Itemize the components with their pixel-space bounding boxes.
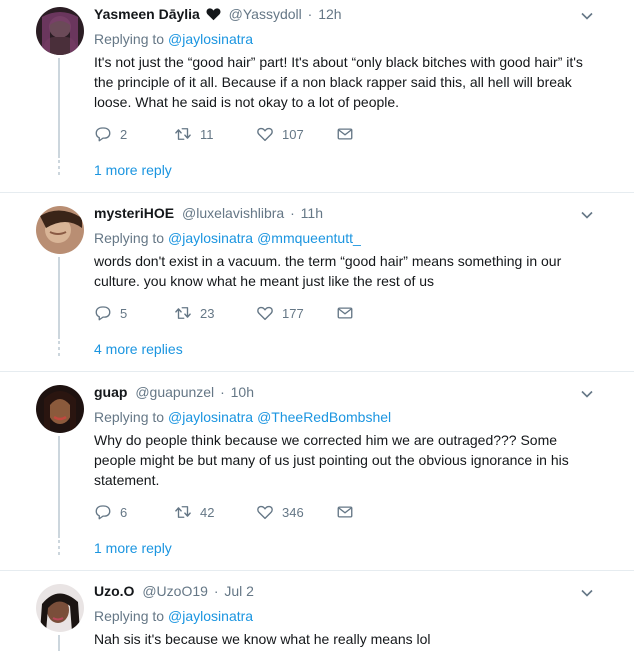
reply-thread-feed: Yasmeen Dāylia @Yassydoll · 12h Replying… [0, 0, 634, 651]
chevron-down-icon[interactable] [580, 9, 594, 23]
retweet-button[interactable]: 11 [174, 125, 214, 143]
thread-line [58, 635, 60, 651]
handle[interactable]: @luxelavishlibra [182, 205, 284, 221]
retweet-icon [175, 307, 191, 319]
like-count: 346 [282, 504, 304, 520]
avatar[interactable] [36, 206, 84, 254]
display-name[interactable]: Yasmeen Dāylia [94, 6, 200, 22]
reply-icon [95, 505, 111, 520]
tweet-header: Uzo.O @UzoO19 · Jul 2 [94, 582, 254, 600]
heart-icon [257, 505, 273, 520]
timestamp[interactable]: 11h [301, 205, 323, 221]
mention-link[interactable]: @jaylosinatra [168, 31, 253, 47]
tweet-text: words don't exist in a vacuum. the term … [94, 253, 562, 289]
handle[interactable]: @UzoO19 [142, 583, 208, 599]
replying-to: Replying to @jaylosinatra [94, 607, 253, 625]
dm-button[interactable] [336, 125, 354, 143]
mention-link[interactable]: @jaylosinatra [168, 608, 253, 624]
reply-button[interactable]: 5 [94, 304, 127, 322]
chevron-down-icon[interactable] [580, 208, 594, 222]
thread-line [58, 257, 60, 339]
separator-dot: · [220, 384, 225, 400]
tweet[interactable]: Yasmeen Dāylia @Yassydoll · 12h Replying… [0, 0, 634, 193]
tweet[interactable]: Uzo.O @UzoO19 · Jul 2 Replying to @jaylos… [0, 571, 634, 651]
display-name[interactable]: guap [94, 384, 127, 400]
tweet-header: mysteriHOE @luxelavishlibra · 11h [94, 204, 323, 222]
timestamp[interactable]: 10h [231, 384, 254, 400]
timestamp[interactable]: 12h [318, 6, 341, 22]
envelope-icon [337, 128, 353, 140]
thread-line [58, 58, 60, 158]
thread-dots [58, 341, 60, 359]
tweet-header: Yasmeen Dāylia @Yassydoll · 12h [94, 5, 342, 23]
show-more-replies-link[interactable]: 1 more reply [94, 539, 172, 557]
tweet-header: guap @guapunzel · 10h [94, 383, 254, 401]
reply-count: 5 [120, 305, 128, 321]
like-count: 107 [282, 126, 304, 142]
display-name[interactable]: mysteriHOE [94, 205, 174, 221]
mention-link[interactable]: @jaylosinatra [168, 409, 253, 425]
separator-dot: · [290, 205, 295, 221]
retweet-count: 42 [200, 504, 215, 520]
avatar[interactable] [36, 385, 84, 433]
retweet-count: 11 [200, 126, 214, 142]
like-button[interactable]: 346 [256, 503, 304, 521]
mention-link[interactable]: @jaylosinatra [168, 230, 253, 246]
handle[interactable]: @Yassydoll [229, 6, 302, 22]
handle[interactable]: @guapunzel [135, 384, 214, 400]
show-more-replies-link[interactable]: 4 more replies [94, 340, 183, 358]
replying-to: Replying to @jaylosinatra @mmqueentutt_ [94, 229, 361, 247]
retweet-button[interactable]: 23 [174, 304, 214, 322]
retweet-icon [175, 506, 191, 518]
separator-dot: · [213, 583, 219, 599]
heart-icon [257, 127, 273, 142]
retweet-button[interactable]: 42 [174, 503, 214, 521]
thread-line [58, 436, 60, 538]
tweet-text: Nah sis it's because we know what he rea… [94, 631, 431, 647]
replying-to-label: Replying to [94, 409, 165, 425]
tweet-text: It's not just the “good hair” part! It's… [94, 54, 583, 110]
timestamp[interactable]: Jul 2 [224, 583, 254, 599]
tweet[interactable]: mysteriHOE @luxelavishlibra · 11h Replyi… [0, 193, 634, 372]
thread-dots [58, 540, 60, 558]
like-button[interactable]: 107 [256, 125, 304, 143]
like-button[interactable]: 177 [256, 304, 304, 322]
retweet-icon [175, 128, 191, 140]
replying-to-label: Replying to [94, 230, 165, 246]
heart-icon [257, 306, 273, 321]
separator-dot: · [307, 6, 313, 22]
envelope-icon [337, 307, 353, 319]
reply-icon [95, 306, 111, 321]
avatar[interactable] [36, 7, 84, 55]
display-name[interactable]: Uzo.O [94, 583, 134, 599]
reply-icon [95, 127, 111, 142]
replying-to-label: Replying to [94, 608, 165, 624]
tweet-text: Why do people think because we corrected… [94, 432, 569, 488]
show-more-replies-link[interactable]: 1 more reply [94, 161, 172, 179]
retweet-count: 23 [200, 305, 215, 321]
reply-count: 2 [120, 126, 128, 142]
mention-link[interactable]: @TheeRedBombshel [257, 409, 391, 425]
chevron-down-icon[interactable] [580, 387, 594, 401]
replying-to: Replying to @jaylosinatra [94, 30, 253, 48]
dm-button[interactable] [336, 304, 354, 322]
replying-to-label: Replying to [94, 31, 165, 47]
reply-button[interactable]: 2 [94, 125, 127, 143]
reply-button[interactable]: 6 [94, 503, 127, 521]
replying-to: Replying to @jaylosinatra @TheeRedBombshel [94, 408, 391, 426]
avatar[interactable] [36, 584, 84, 632]
chevron-down-icon[interactable] [580, 586, 594, 600]
mention-link[interactable]: @mmqueentutt_ [257, 230, 361, 246]
reply-count: 6 [120, 504, 128, 520]
dm-button[interactable] [336, 503, 354, 521]
black-heart-icon [206, 8, 221, 21]
envelope-icon [337, 506, 353, 518]
like-count: 177 [282, 305, 304, 321]
tweet[interactable]: guap @guapunzel · 10h Replying to @jaylos… [0, 372, 634, 571]
thread-dots [58, 160, 60, 178]
